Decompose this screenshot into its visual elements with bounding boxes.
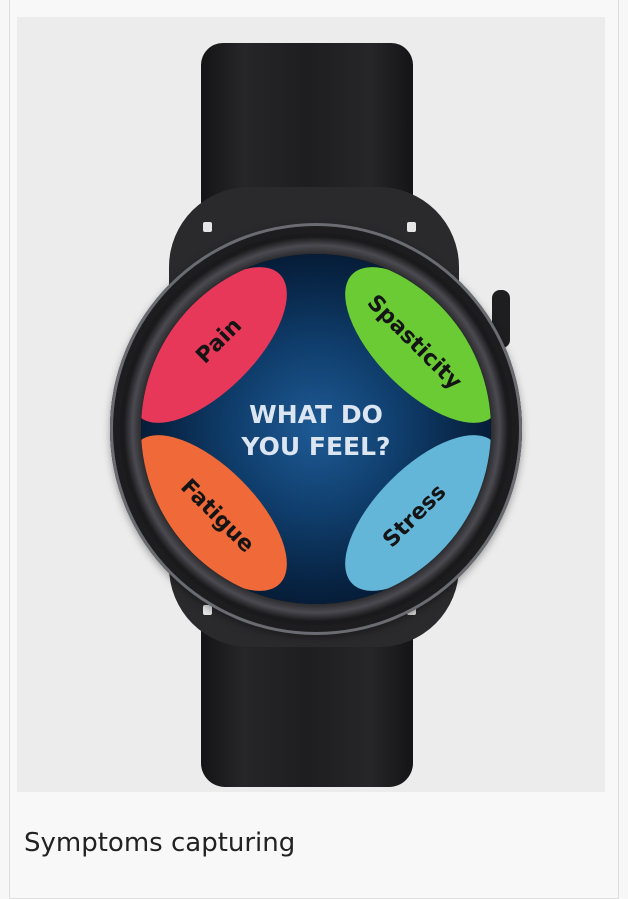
figure-caption: Symptoms capturing — [24, 828, 296, 858]
prompt-line-1: WHAT DO — [249, 400, 383, 429]
screen-prompt: WHAT DO YOU FEEL? — [141, 399, 491, 463]
prompt-line-2: YOU FEEL? — [241, 432, 391, 461]
lug-top-left — [203, 222, 212, 232]
option-pain-label: Pain — [191, 312, 247, 369]
watch-photo: Pain Spasticity Fatigue Stress WHAT DO Y… — [17, 17, 605, 792]
watch-screen: Pain Spasticity Fatigue Stress WHAT DO Y… — [141, 254, 491, 604]
lug-top-right — [407, 222, 416, 232]
option-stress-label: Stress — [377, 479, 452, 553]
option-fatigue-label: Fatigue — [175, 474, 260, 558]
